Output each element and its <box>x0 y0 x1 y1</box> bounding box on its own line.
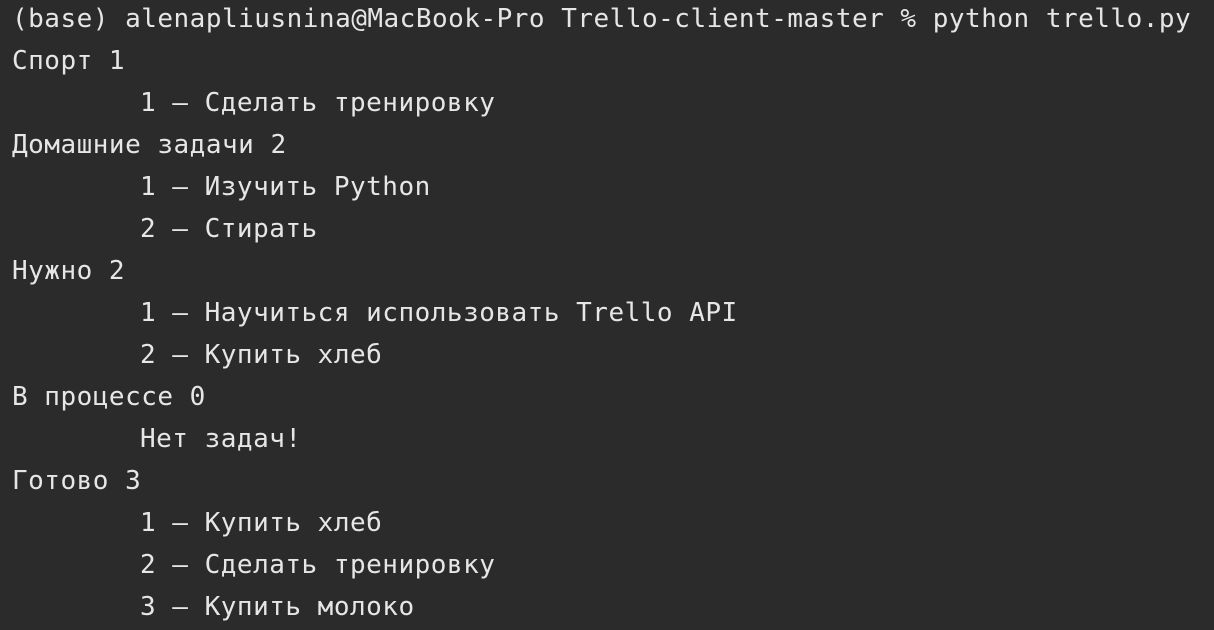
command-prompt-line: (base) alenapliusnina@MacBook-Pro Trello… <box>12 4 1192 34</box>
column-header-in-progress: В процессе 0 <box>12 382 206 412</box>
task-line: 3 – Купить молоко <box>140 592 415 622</box>
column-header-sport: Спорт 1 <box>12 46 126 76</box>
task-line: 2 – Стирать <box>140 214 318 244</box>
column-header-needed: Нужно 2 <box>12 256 126 286</box>
task-line: 1 – Купить хлеб <box>140 508 383 538</box>
task-line: 1 – Сделать тренировку <box>140 88 496 118</box>
task-line: 1 – Изучить Python <box>140 172 431 202</box>
task-line: 2 – Сделать тренировку <box>140 550 496 580</box>
terminal-window[interactable]: (base) alenapliusnina@MacBook-Pro Trello… <box>0 0 1214 628</box>
task-line: 2 – Купить хлеб <box>140 340 383 370</box>
empty-tasks-message: Нет задач! <box>140 424 302 454</box>
column-header-done: Готово 3 <box>12 466 142 496</box>
column-header-home-tasks: Домашние задачи 2 <box>12 130 287 160</box>
task-line: 1 – Научиться использовать Trello API <box>140 298 738 328</box>
